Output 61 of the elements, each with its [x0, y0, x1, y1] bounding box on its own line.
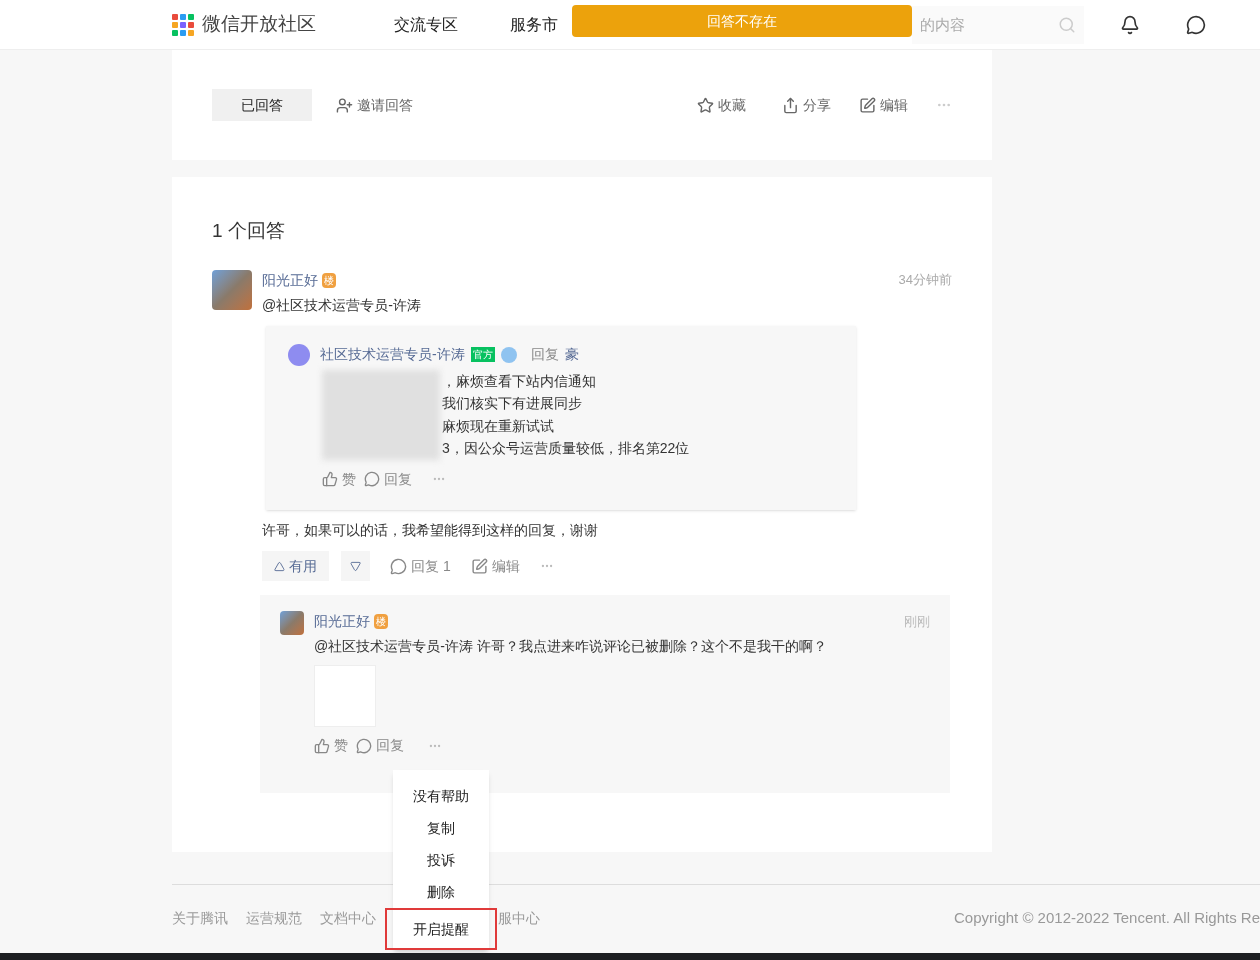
author-name: 阳光正好 [262, 270, 318, 290]
edit-icon [859, 96, 876, 114]
reply-button[interactable]: 回复 1 [390, 555, 451, 577]
quote-line: 麻烦现在重新试试 [441, 416, 555, 436]
invite-icon [336, 96, 353, 114]
mention-text: @社区技术运营专员-许涛 [262, 295, 422, 315]
bell-icon[interactable] [1120, 14, 1140, 35]
reply-button[interactable]: 回复 [364, 467, 412, 490]
answer-text: 许哥，如果可以的话，我希望能得到这样的回复，谢谢 [262, 521, 599, 540]
post-time: 刚刚 [904, 612, 930, 631]
share-button[interactable]: 分享 [782, 94, 831, 116]
avatar [212, 269, 252, 310]
invite-button[interactable]: 邀请回答 [336, 94, 413, 116]
favorite-button[interactable]: 收藏 [697, 94, 746, 116]
post-time: 34分钟前 [898, 271, 952, 290]
not-useful-button[interactable] [341, 551, 370, 581]
nav-tab[interactable]: 服务市 [510, 12, 558, 37]
answer-count: 1 个回答 [212, 219, 286, 243]
quote-line: ，麻烦查看下站内信通知 [441, 371, 597, 391]
menu-item[interactable]: 删除 [393, 876, 489, 908]
thumbs-up-icon [314, 737, 330, 754]
useful-button[interactable]: 有用 [262, 551, 329, 581]
author-name: 社区技术运营专员-许涛 [320, 345, 465, 364]
menu-item[interactable]: 开启提醒 [385, 908, 497, 950]
edit-button[interactable]: 编辑 [470, 555, 520, 577]
star-icon [697, 96, 714, 114]
logo-icon [172, 13, 194, 36]
copyright-text: Copyright © 2012-2022 Tencent. All Rights Re [954, 908, 1260, 928]
edit-icon [470, 557, 488, 575]
logo-text: 微信开放社区 [202, 12, 316, 37]
quote-line: 3，因公众号运营质量较低，排名第22位 [441, 439, 691, 458]
menu-item[interactable]: 没有帮助 [393, 780, 489, 812]
up-triangle-icon [274, 560, 285, 572]
search-icon [1058, 15, 1076, 34]
chat-icon[interactable] [1186, 14, 1206, 35]
thumbs-up-icon [322, 470, 338, 487]
menu-item[interactable]: 投诉 [393, 844, 489, 876]
reply-button[interactable]: 回复 [356, 735, 404, 756]
official-avatar [288, 343, 310, 366]
official-badge: 官方 [470, 347, 495, 362]
edit-button[interactable]: 编辑 [859, 94, 908, 116]
answered-button[interactable]: 已回答 [212, 89, 312, 121]
toast-message: 回答不存在 [572, 5, 912, 37]
reply-label: 回复 [530, 345, 559, 364]
like-button[interactable]: 赞 [314, 735, 348, 756]
quote-line: 我们核实下有进展同步 [441, 394, 583, 413]
share-icon [782, 96, 799, 114]
like-button[interactable]: 赞 [322, 467, 356, 490]
reply-target: 豪 [564, 345, 579, 364]
menu-item[interactable]: 复制 [393, 812, 489, 844]
floor-badge: 楼 [322, 272, 336, 288]
comment-text: @社区技术运营专员-许涛 许哥？我点进来咋说评论已被删除？这个不是我干的啊？ [314, 637, 828, 656]
comment-icon [364, 470, 380, 487]
comment-icon [356, 737, 372, 754]
floor-badge: 楼 [374, 614, 388, 629]
search-field[interactable]: 的内容 [912, 5, 1084, 44]
author-name: 阳光正好 [314, 612, 370, 631]
avatar [280, 611, 304, 635]
nav-tab[interactable]: 交流专区 [394, 12, 458, 37]
comment-icon [390, 557, 407, 575]
down-triangle-icon [350, 560, 361, 572]
